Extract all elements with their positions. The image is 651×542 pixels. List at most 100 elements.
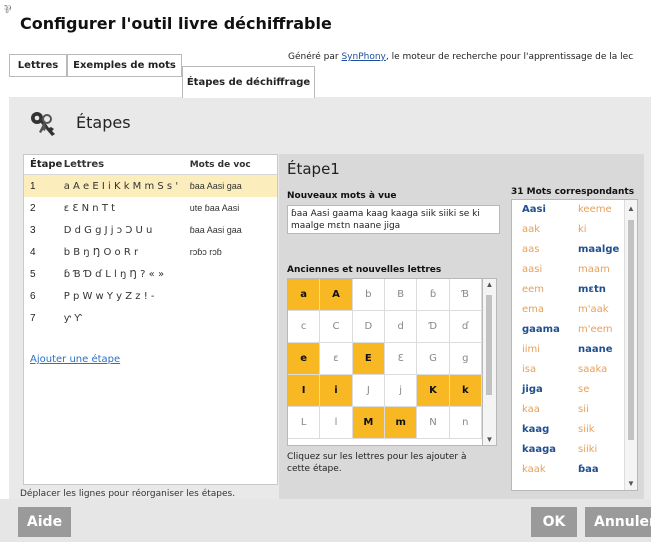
letter-cell[interactable]: Ɗ (417, 311, 450, 343)
scroll-down-icon[interactable]: ▼ (483, 435, 496, 444)
word-item: isa (522, 364, 537, 375)
letter-cell[interactable]: g (449, 343, 482, 375)
letter-cell[interactable]: a (288, 279, 321, 311)
word-item: kaak (522, 464, 546, 475)
word-item: iimi (522, 344, 541, 355)
window-title: Configurer l'outil livre déchiffrable (20, 14, 332, 33)
new-words-field[interactable]: ɓaa Aasi gaama kaag kaaga siik siiki se … (287, 205, 500, 234)
tab-lettres[interactable]: Lettres (9, 54, 67, 76)
ok-button[interactable]: OK (531, 507, 577, 537)
word-item: aasi (522, 264, 543, 275)
table-row[interactable]: 2 ɛ Ɛ N n T t ute ɓaa Aasi (24, 197, 277, 219)
letter-cell[interactable]: B (384, 279, 418, 311)
scroll-thumb[interactable] (628, 220, 634, 440)
cancel-button[interactable]: Annuler (585, 507, 651, 537)
letter-cell[interactable]: b (352, 279, 385, 311)
word-item: ema (522, 304, 545, 315)
table-row[interactable]: 7 ƴ Ƴ (24, 307, 277, 329)
letter-cell[interactable]: Ɛ (384, 343, 418, 375)
word-item: kaa (522, 404, 540, 415)
step-title: Étape1 (287, 160, 340, 178)
word-item: ki (578, 224, 587, 235)
steps-table: Étape Lettres Mots de voc 1 a A e E I i K… (23, 154, 278, 485)
table-row[interactable]: 5 ɓ Ɓ Ɗ ɗ L l ŋ Ŋ ? « » (24, 263, 277, 285)
step-letters: ɓ Ɓ Ɗ ɗ L l ŋ Ŋ ? « » (63, 268, 165, 280)
letter-cell[interactable]: D (352, 311, 385, 343)
help-button[interactable]: Aide (18, 507, 71, 537)
scroll-down-icon[interactable]: ▼ (625, 479, 637, 488)
letter-cell[interactable]: ɓ (417, 279, 450, 311)
column-header-lettres: Lettres (63, 159, 105, 170)
column-header-mots: Mots de voc (189, 159, 251, 170)
letter-cell[interactable]: ɗ (449, 311, 482, 343)
step-letters: b B ŋ Ŋ O o R r (63, 246, 139, 258)
step-letters: ƴ Ƴ (63, 312, 82, 324)
letter-cell[interactable]: c (288, 311, 321, 343)
letter-cell[interactable]: i (320, 375, 353, 407)
letter-grid-hint: Cliquez sur les lettres pour les ajouter… (287, 452, 467, 474)
step-letters: ɛ Ɛ N n T t (63, 202, 116, 214)
matching-words-label: 31 Mots correspondants (511, 187, 635, 197)
tab-exemples-de-mots[interactable]: Exemples de mots (67, 54, 182, 76)
letter-cell[interactable]: l (320, 407, 353, 439)
table-row[interactable]: 6 P p W w Y y Z z ! - (24, 285, 277, 307)
letter-cell[interactable]: n (449, 407, 482, 439)
step-words: ɓaa Aasi gaa (189, 225, 242, 235)
step-number: 3 (30, 224, 36, 236)
letter-cell[interactable]: E (352, 343, 385, 375)
tab-etapes-de-dechiffrage[interactable]: Étapes de déchiffrage (182, 66, 315, 98)
scroll-up-icon[interactable]: ▲ (625, 204, 637, 213)
letter-cell[interactable]: C (320, 311, 353, 343)
letter-cell[interactable]: j (384, 375, 418, 407)
keys-icon (31, 112, 55, 136)
step-letters: a A e E I i K k M m S s ꞌ (63, 180, 179, 192)
synphony-link[interactable]: SynPhony (341, 52, 385, 62)
word-item: maam (578, 264, 610, 275)
letter-cell[interactable]: e (288, 343, 321, 375)
letter-cell[interactable]: N (417, 407, 450, 439)
column-header-etape: Étape (30, 159, 63, 170)
word-item: aak (522, 224, 541, 235)
words-scrollbar[interactable]: ▲ ▼ (624, 200, 637, 490)
letter-cell[interactable]: I (288, 375, 321, 407)
step-number: 7 (30, 312, 36, 324)
letter-cell[interactable]: G (417, 343, 450, 375)
letter-cell[interactable]: k (449, 375, 482, 407)
letter-grid: aAbBɓƁcCDdƊɗ eɛEƐGg IiJjKk LlMmNn (287, 278, 483, 446)
letter-cell[interactable]: m (384, 407, 418, 439)
letter-cell[interactable]: M (352, 407, 385, 439)
step-letters: P p W w Y y Z z ! - (63, 290, 155, 302)
letter-cell[interactable]: K (417, 375, 450, 407)
word-item: se (578, 384, 590, 395)
step-words: ɓaa Aasi gaa (189, 181, 242, 191)
letter-cell[interactable]: J (352, 375, 385, 407)
new-words-label: Nouveaux mots à vue (287, 191, 397, 201)
letter-cell[interactable]: Ɓ (449, 279, 482, 311)
letter-cell[interactable]: d (384, 311, 418, 343)
word-item: m'eem (578, 324, 613, 335)
letter-cell[interactable]: ɛ (320, 343, 353, 375)
table-row[interactable]: 3 D d G g J j ɔ Ɔ U u ɓaa Aasi gaa (24, 219, 277, 241)
scroll-up-icon[interactable]: ▲ (483, 280, 496, 289)
table-row[interactable]: 4 b B ŋ Ŋ O o R r rɔɓɔ rɔɓ (24, 241, 277, 263)
word-item: naane (578, 344, 613, 355)
word-item: eem (522, 284, 545, 295)
letter-cell[interactable]: L (288, 407, 321, 439)
step-letters: D d G g J j ɔ Ɔ U u (63, 224, 153, 236)
app-icon: ⅌ (4, 3, 12, 16)
word-item: kaaga (522, 444, 557, 455)
scroll-thumb[interactable] (486, 295, 492, 395)
word-item: m'aak (578, 304, 609, 315)
word-item: maalge (578, 244, 620, 255)
add-step-link[interactable]: Ajouter une étape (30, 354, 120, 365)
section-title: Étapes (76, 113, 131, 132)
word-item: saaka (578, 364, 608, 375)
word-item: sii (578, 404, 589, 415)
letter-grid-scrollbar[interactable]: ▲ ▼ (483, 278, 497, 446)
tab-divider (9, 76, 182, 77)
letter-cell[interactable]: A (320, 279, 353, 311)
table-row[interactable]: 1 a A e E I i K k M m S s ꞌ ɓaa Aasi gaa (24, 175, 277, 197)
step-number: 6 (30, 290, 36, 302)
reorder-hint: Déplacer les lignes pour réorganiser les… (20, 489, 236, 499)
matching-words-list: ▲ ▼ Aasi keeme aak ki aas maalge aasi maam eem mɛ… (511, 199, 638, 491)
